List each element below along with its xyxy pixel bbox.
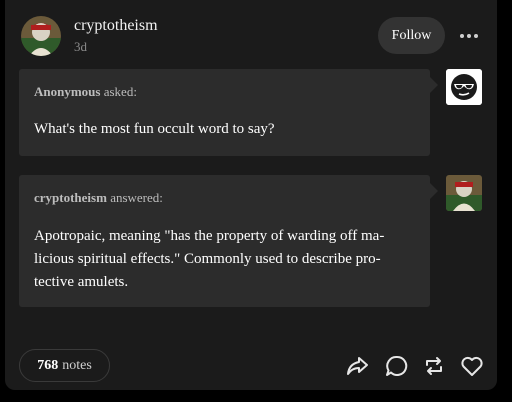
notes-button[interactable]: 768 notes xyxy=(19,349,110,382)
answerer-line: cryptotheism answered: xyxy=(34,190,163,206)
share-icon[interactable] xyxy=(345,355,369,377)
asker-line: Anonymous asked: xyxy=(34,84,137,100)
asked-label: asked: xyxy=(103,84,137,99)
bubble-tail xyxy=(430,183,438,199)
username-link[interactable]: cryptotheism xyxy=(74,17,158,35)
question-text: What's the most fun occult word to say? xyxy=(34,121,275,137)
reply-icon[interactable] xyxy=(385,355,409,377)
avatar[interactable] xyxy=(21,16,61,56)
like-icon[interactable] xyxy=(460,355,484,377)
answered-label: answered: xyxy=(110,190,163,205)
post-timestamp[interactable]: 3d xyxy=(74,39,87,55)
bubble-tail xyxy=(430,77,438,93)
more-options-icon[interactable] xyxy=(458,26,480,46)
answerer-name[interactable]: cryptotheism xyxy=(34,190,107,205)
answer-bubble: cryptotheism answered: Apotropaic, meani… xyxy=(19,175,438,307)
reblog-icon[interactable] xyxy=(422,355,446,377)
question-bubble: Anonymous asked: What's the most fun occ… xyxy=(19,69,438,156)
anonymous-sunglasses-icon xyxy=(446,69,482,105)
asker-name: Anonymous xyxy=(34,84,101,99)
post-card: cryptotheism 3d Follow Anonymous asked: … xyxy=(5,0,497,390)
answerer-avatar[interactable] xyxy=(446,175,482,211)
notes-label: notes xyxy=(62,357,92,373)
follow-button[interactable]: Follow xyxy=(378,17,445,54)
answer-text: Apotropaic, meaning "has the property of… xyxy=(34,228,385,290)
notes-count: 768 xyxy=(37,357,59,373)
